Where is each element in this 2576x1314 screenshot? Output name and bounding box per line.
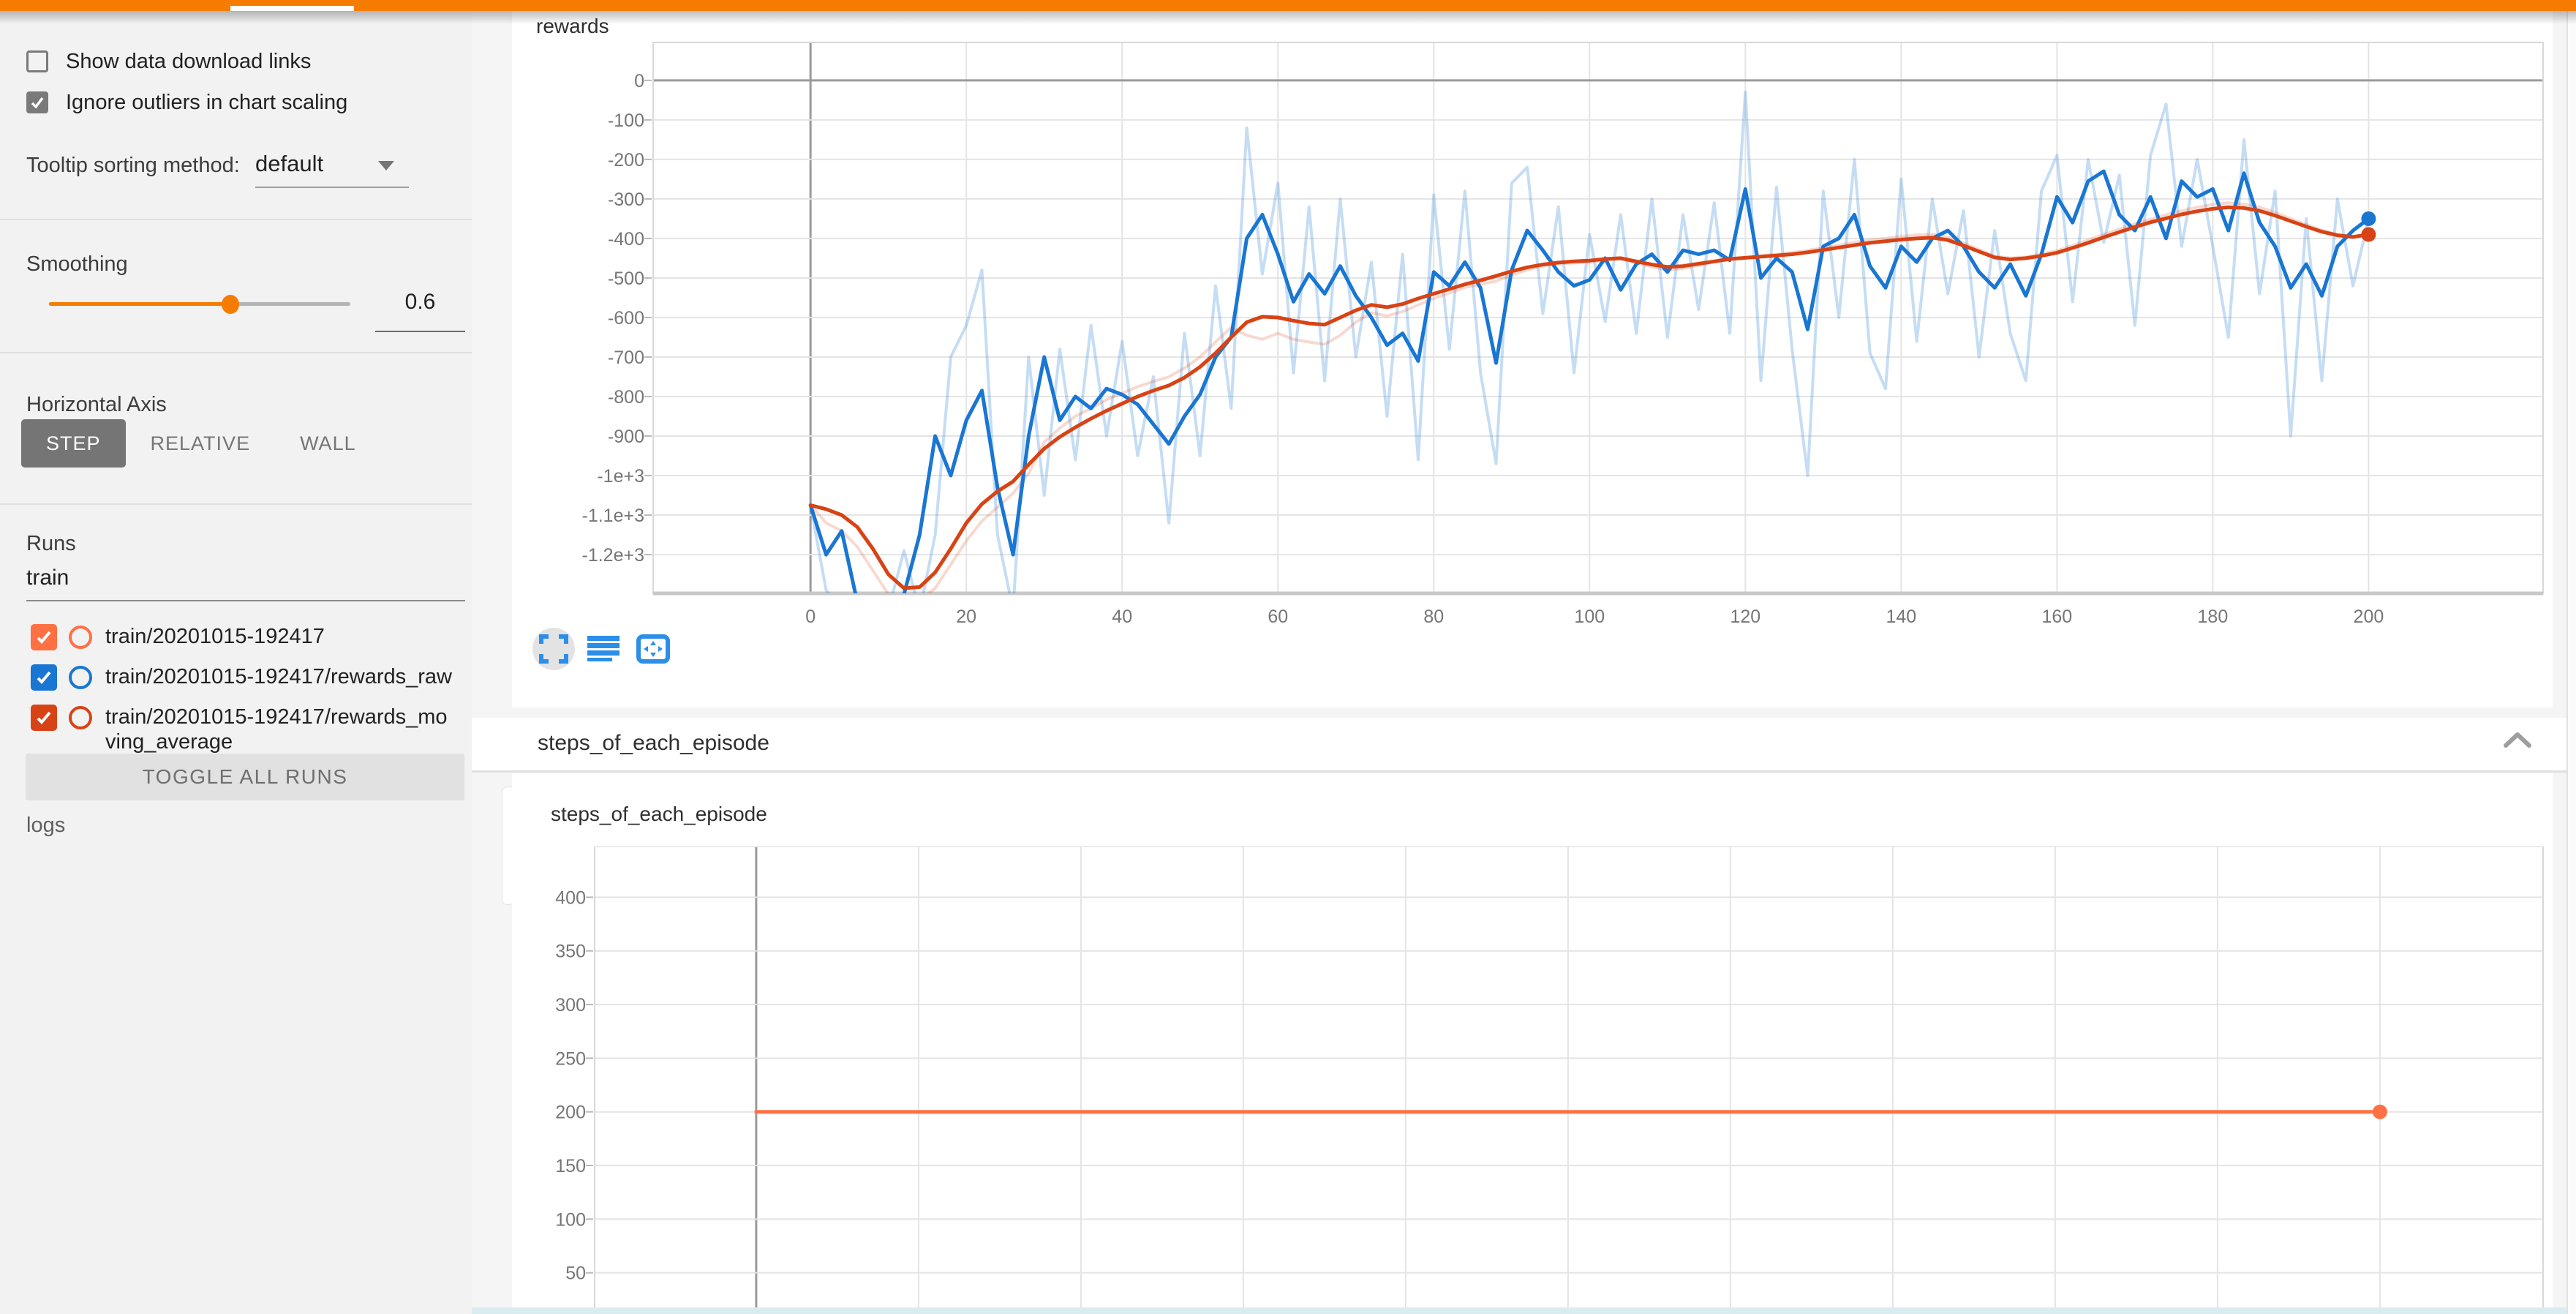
series-end-dot xyxy=(2373,1105,2387,1119)
tensorboard-app: Show data download links Ignore outliers… xyxy=(0,0,2576,1314)
logs-path-label: logs xyxy=(26,814,65,838)
axis-step-button[interactable]: STEP xyxy=(21,419,126,468)
run-color-swatch-icon[interactable] xyxy=(69,666,92,689)
checkbox-checked-icon[interactable] xyxy=(26,91,48,113)
y-tick-label: 400 xyxy=(555,887,586,908)
run-label: train/20201015-192417 xyxy=(105,624,456,649)
toggle-all-runs-button[interactable]: TOGGLE ALL RUNS xyxy=(26,754,464,800)
run-filter-underline xyxy=(26,600,465,601)
run-filter-input[interactable] xyxy=(26,566,436,590)
y-tick-label: 0 xyxy=(634,71,644,91)
run-checkbox-icon[interactable] xyxy=(31,624,57,650)
run-label: train/20201015-192417/rewards_raw xyxy=(105,664,456,689)
run-row[interactable]: train/20201015-192417/rewards_moving_ave… xyxy=(31,705,456,754)
x-tick-label: 0 xyxy=(805,607,816,627)
run-color-swatch-icon[interactable] xyxy=(69,706,92,729)
section-header-steps-of-each-episode[interactable]: steps_of_each_episode xyxy=(472,718,2576,773)
run-label: train/20201015-192417/rewards_moving_ave… xyxy=(105,705,456,754)
x-tick-label: 80 xyxy=(1423,607,1444,627)
ignore-outliers-row[interactable]: Ignore outliers in chart scaling xyxy=(26,89,347,116)
run-row[interactable]: train/20201015-192417 xyxy=(31,624,456,650)
y-tick-label: 50 xyxy=(565,1264,586,1284)
checkbox-label: Ignore outliers in chart scaling xyxy=(66,91,347,115)
y-tick-label: 300 xyxy=(555,995,586,1015)
y-tick-label: 100 xyxy=(555,1209,586,1230)
rewards-chart-card: rewards 0 20 40 60 80 100 120 140 160 180 200 0 -100… xyxy=(512,11,2553,707)
y-tick-label: -200 xyxy=(608,150,644,170)
steps-line-chart[interactable]: 400 350 300 250 200 150 100 50 xyxy=(512,846,2553,1314)
x-tick-label: 60 xyxy=(1268,607,1288,627)
x-tick-label: 200 xyxy=(2354,607,2384,627)
smoothing-label: Smoothing xyxy=(26,252,128,277)
plot-border xyxy=(595,846,2543,1314)
y-tick-label: -1.2e+3 xyxy=(582,545,645,566)
y-tick-label: -1.1e+3 xyxy=(582,506,645,526)
checkbox-label: Show data download links xyxy=(66,50,311,74)
slider-thumb[interactable] xyxy=(222,295,239,314)
vertical-scrollbar-track[interactable] xyxy=(2566,11,2576,1314)
axis-relative-button[interactable]: RELATIVE xyxy=(126,419,276,468)
chart-title: steps_of_each_episode xyxy=(551,803,767,826)
y-tick-label: -600 xyxy=(608,308,644,328)
run-checkbox-icon[interactable] xyxy=(31,705,57,731)
chevron-up-icon[interactable] xyxy=(2503,731,2532,754)
x-tick-label: 20 xyxy=(956,607,976,627)
y-tick-label: -400 xyxy=(608,229,644,249)
divider xyxy=(0,503,472,505)
smoothing-slider[interactable] xyxy=(49,302,350,306)
horizontal-scrollbar-track[interactable] xyxy=(472,1307,2576,1314)
series-end-dot xyxy=(2361,228,2376,242)
x-tick-label: 100 xyxy=(1574,607,1605,627)
horizontal-axis-label: Horizontal Axis xyxy=(26,393,167,417)
chevron-down-icon[interactable] xyxy=(378,161,394,170)
run-row[interactable]: train/20201015-192417/rewards_raw xyxy=(31,664,456,691)
checkbox-unchecked-icon[interactable] xyxy=(26,50,48,72)
divider xyxy=(0,219,472,220)
steps-chart-card: steps_of_each_episode 400 350 300 250 200 150… xyxy=(512,773,2553,1314)
rewards-line-chart[interactable]: 0 20 40 60 80 100 120 140 160 180 200 0 -100 -200 -300… xyxy=(512,40,2553,647)
chart-title: rewards xyxy=(536,15,609,38)
y-tick-label: -100 xyxy=(608,110,644,131)
y-tick-label: -1e+3 xyxy=(597,466,644,487)
show-data-download-links-row[interactable]: Show data download links xyxy=(26,48,311,75)
settings-sidebar: Show data download links Ignore outliers… xyxy=(0,11,472,1314)
y-tick-label: -300 xyxy=(608,189,644,210)
fit-domain-icon[interactable] xyxy=(632,628,674,670)
x-tick-label: 120 xyxy=(1730,607,1760,627)
active-tab-indicator xyxy=(230,6,354,11)
x-tick-label: 180 xyxy=(2198,607,2229,627)
x-tick-label: 140 xyxy=(1886,607,1916,627)
y-tick-label: 350 xyxy=(555,942,586,962)
tooltip-sorting-dropdown[interactable]: default xyxy=(255,151,323,177)
y-tick-label: 150 xyxy=(555,1156,586,1176)
y-tick-label: 200 xyxy=(555,1103,586,1123)
dropdown-underline xyxy=(255,187,409,188)
smoothing-value-underline xyxy=(375,331,465,332)
data-series-icon[interactable] xyxy=(582,628,625,670)
run-checkbox-icon[interactable] xyxy=(31,664,57,691)
y-tick-label: -800 xyxy=(608,387,644,408)
slider-fill xyxy=(49,302,230,306)
x-tick-label: 40 xyxy=(1112,607,1132,627)
expand-chart-icon[interactable] xyxy=(532,628,575,670)
smoothing-value-input[interactable]: 0.6 xyxy=(375,290,465,315)
run-color-swatch-icon[interactable] xyxy=(69,626,92,649)
y-tick-label: -500 xyxy=(608,269,644,289)
x-tick-label: 160 xyxy=(2042,607,2073,627)
chart-toolbar xyxy=(532,628,682,670)
section-title: steps_of_each_episode xyxy=(538,731,769,756)
top-app-bar xyxy=(0,0,2576,11)
y-tick-label: -900 xyxy=(608,427,644,447)
y-tick-label: 250 xyxy=(555,1048,586,1069)
y-tick-label: -700 xyxy=(608,348,644,368)
runs-label: Runs xyxy=(26,532,76,556)
axis-wall-button[interactable]: WALL xyxy=(275,419,381,468)
horizontal-axis-button-group: STEP RELATIVE WALL xyxy=(21,419,381,468)
series-end-dot xyxy=(2361,211,2376,226)
divider xyxy=(0,352,472,353)
tooltip-sorting-label: Tooltip sorting method: xyxy=(26,154,240,178)
